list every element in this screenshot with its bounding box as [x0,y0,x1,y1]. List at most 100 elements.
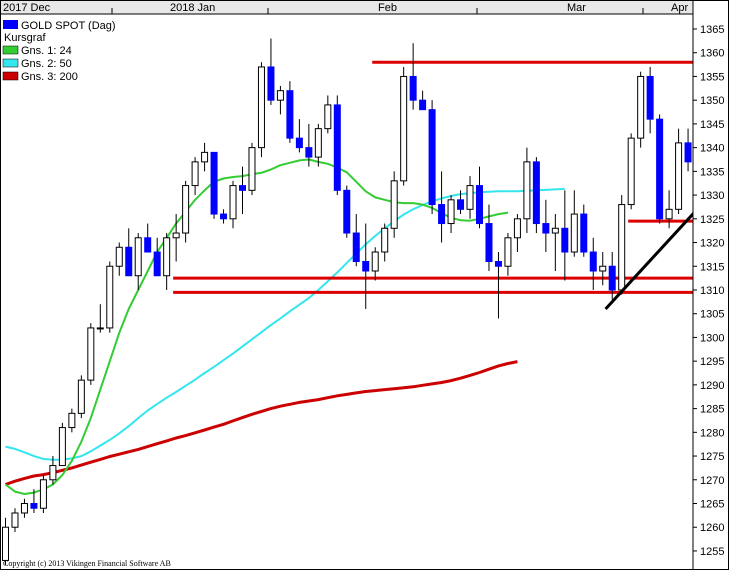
candle-body-up [523,161,531,220]
candle [513,214,521,253]
price-tick-label: 1335 [700,166,724,178]
candle-body-up [229,185,237,220]
candle [362,223,370,309]
candle-body-up [77,379,85,414]
candle [438,171,446,243]
price-tick-label: 1290 [700,380,724,392]
candle [210,151,218,219]
candle [96,304,104,333]
month-header [0,0,729,14]
candle-body-down [580,213,588,253]
price-tick-label: 1315 [700,261,724,273]
price-axis: 1255 1260 1265 1270 1275 1280 1285 1290 1295 1300… [692,0,729,570]
price-tick-label: 1295 [700,356,724,368]
candle-body-up [400,75,408,182]
candle [542,199,550,253]
candle [646,66,654,134]
candle [125,228,133,277]
price-tick-label: 1310 [700,285,724,297]
candle [428,100,436,215]
candle-body-down [561,227,569,253]
price-tick-label: 1330 [700,190,724,202]
candle [39,475,47,513]
candle [239,166,246,215]
candle [618,195,626,295]
candle [58,422,66,467]
candle [485,204,493,271]
candle [409,43,417,110]
legend-ma24: Gns. 1: 24 [21,45,72,57]
candle-body-down [476,185,483,225]
legend-swatch-ma50 [2,58,19,68]
candle [675,128,683,215]
candle [106,261,114,333]
candle-body-up [324,104,332,130]
candle-body-down [352,232,360,263]
candle-body-down [438,204,446,225]
price-tick-label: 1350 [700,95,724,107]
month-label: 2017 Dec [3,2,51,14]
price-tick-label: 1265 [700,499,724,511]
candle-body-up [182,185,190,234]
candle-body-down [30,503,38,509]
candle-body-up [314,128,322,158]
candle-body-up [570,213,578,253]
candle [153,237,161,277]
candle-body-up [163,237,171,277]
candle-body-up [191,161,199,187]
candle [352,214,360,267]
candle-body-down [457,199,465,210]
candle-body-up [106,265,114,329]
candle-body-down [153,251,161,277]
candle-body-down [295,137,303,149]
candle [163,233,171,290]
candle [504,233,512,276]
candle-body-down [220,213,228,220]
price-tick-label: 1325 [700,214,724,226]
candle-body-down [409,75,417,101]
candle-body-up [513,218,521,239]
candle [257,62,265,158]
candle-body-down [333,104,341,191]
candle [381,223,389,262]
series-swatch-gold [3,20,18,29]
candle-body-up [627,137,635,206]
price-tick-label: 1270 [700,475,724,487]
candle [115,242,123,276]
candle-body-down [494,261,502,267]
price-tick-label: 1280 [700,427,724,439]
candle [144,223,152,253]
candle-body-down [419,99,427,111]
price-tick-label: 1355 [700,71,724,83]
candle [523,147,531,234]
candle [11,508,19,532]
candle [229,180,237,229]
price-tick-label: 1345 [700,119,724,131]
candle-body-down [485,223,493,263]
candle-body-down [286,90,294,139]
month-axis: 2017 Dec 2018 Jan Feb Mar Apr [0,0,729,15]
month-label: Feb [378,2,397,14]
candle-body-down [125,246,133,277]
month-label: 2018 Jan [170,2,215,14]
month-label: Mar [567,2,586,14]
price-tick-label: 1340 [700,143,724,155]
candle [333,95,341,196]
candle-body-up [551,227,559,234]
candle-body-up [381,227,389,253]
legend-swatch-ma200 [2,71,19,81]
candle-body-up [2,526,9,561]
candle-body-up [466,185,474,210]
candle [599,252,607,286]
legend-ma200: Gns. 3: 200 [21,71,78,83]
candle [295,119,303,153]
candle [419,90,427,111]
candle-body-up [11,512,19,528]
candle-body-up [665,208,673,220]
candle [447,195,455,234]
candle-body-up [390,180,398,229]
candle-body-down [362,261,370,272]
candle-body-up [49,465,57,481]
candle [20,498,28,518]
legend-kursgraf: Kursgraf [4,32,47,44]
